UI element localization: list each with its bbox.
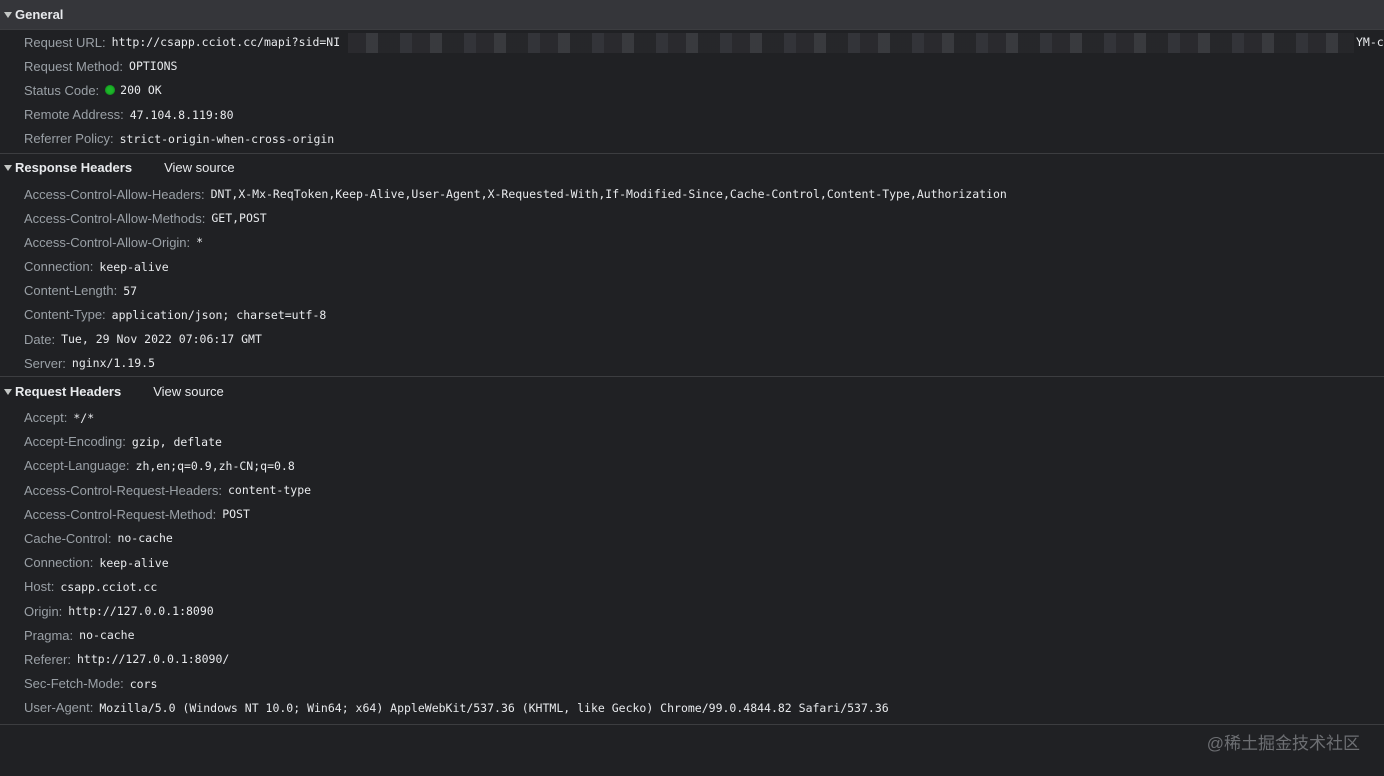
header-row: Origin: http://127.0.0.1:8090 (24, 599, 1384, 623)
request-headers-section-header[interactable]: Request Headers View source (0, 377, 1384, 405)
header-row: Access-Control-Request-Method: POST (24, 502, 1384, 526)
row-key: Referrer Policy: (24, 131, 114, 147)
response-headers-section-header[interactable]: Response Headers View source (0, 154, 1384, 182)
row-value: keep-alive (99, 555, 169, 570)
row-key: Cache-Control: (24, 530, 112, 546)
row-key: Request URL: (24, 34, 106, 50)
row-key: Content-Length: (24, 283, 118, 299)
header-row: Pragma: no-cache (24, 623, 1384, 647)
row-key: Remote Address: (24, 107, 124, 123)
row-value: csapp.cciot.cc (60, 579, 158, 594)
row-key: Accept-Language: (24, 458, 130, 474)
row-value: 200 OK (120, 83, 162, 98)
row-value: POST (222, 507, 250, 522)
header-row: Accept-Language: zh,en;q=0.9,zh-CN;q=0.8 (24, 454, 1384, 478)
row-key: Access-Control-Allow-Headers: (24, 186, 205, 202)
header-row: Access-Control-Allow-Headers: DNT,X-Mx-R… (24, 182, 1384, 206)
row-value: zh,en;q=0.9,zh-CN;q=0.8 (135, 458, 295, 473)
header-row: Access-Control-Allow-Methods: GET,POST (24, 206, 1384, 230)
row-value: content-type (227, 483, 312, 498)
general-title: General (15, 7, 64, 22)
row-value: http://127.0.0.1:8090/ (76, 652, 230, 667)
headers-panel: General Request URL: http://csapp.cciot.… (0, 0, 1384, 776)
row-key: User-Agent: (24, 700, 94, 716)
row-key: Accept: (24, 410, 68, 426)
header-row: Host: csapp.cciot.cc (24, 575, 1384, 599)
watermark: @稀土掘金技术社区 (1206, 734, 1360, 753)
row-value: GET,POST (211, 211, 267, 226)
header-row: Content-Length: 57 (24, 279, 1384, 303)
row-key: Server: (24, 355, 66, 371)
request-headers-rows: Accept: */* Accept-Encoding: gzip, defla… (0, 405, 1384, 719)
row-key: Date: (24, 331, 56, 347)
general-row-request-method: Request Method: OPTIONS (24, 54, 1384, 78)
header-row: Accept-Encoding: gzip, deflate (24, 430, 1384, 454)
header-row: User-Agent: Mozilla/5.0 (Windows NT 10.0… (24, 696, 1384, 720)
header-row: Content-Type: application/json; charset=… (24, 303, 1384, 327)
response-headers-rows: Access-Control-Allow-Headers: DNT,X-Mx-R… (0, 182, 1384, 376)
row-key: Access-Control-Allow-Methods: (24, 210, 206, 226)
expand-triangle-icon[interactable] (4, 165, 12, 172)
request-view-source-link[interactable]: View source (153, 384, 224, 399)
row-value: keep-alive (99, 259, 169, 274)
row-value: application/json; charset=utf-8 (111, 307, 327, 322)
request-headers-title: Request Headers (15, 383, 122, 399)
header-row: Connection: keep-alive (24, 551, 1384, 575)
row-key: Access-Control-Request-Headers: (24, 482, 222, 498)
row-value: * (196, 235, 204, 250)
row-value: OPTIONS (129, 59, 178, 74)
row-key: Accept-Encoding: (24, 434, 126, 450)
row-key: Connection: (24, 555, 94, 571)
expand-triangle-icon[interactable] (4, 388, 12, 395)
url-tail-text: YM-c (1356, 35, 1384, 49)
row-key: Content-Type: (24, 307, 106, 323)
header-row: Connection: keep-alive (24, 255, 1384, 279)
general-row-referrer-policy: Referrer Policy: strict-origin-when-cros… (24, 127, 1384, 151)
row-value: no-cache (79, 628, 135, 643)
response-view-source-link[interactable]: View source (164, 160, 235, 175)
row-key: Connection: (24, 259, 94, 275)
row-value: cors (129, 676, 158, 691)
row-value: nginx/1.19.5 (71, 356, 155, 371)
row-value: gzip, deflate (131, 434, 222, 449)
row-key: Request Method: (24, 58, 124, 74)
status-ok-icon (105, 85, 116, 96)
header-row: Sec-Fetch-Mode: cors (24, 672, 1384, 696)
expand-triangle-icon[interactable] (4, 12, 12, 18)
row-key: Origin: (24, 603, 63, 619)
header-row: Referer: http://127.0.0.1:8090/ (24, 647, 1384, 671)
general-section-header[interactable]: General (0, 0, 1384, 30)
row-key: Pragma: (24, 627, 74, 643)
header-row: Accept: */* (24, 405, 1384, 429)
row-value: Tue, 29 Nov 2022 07:06:17 GMT (61, 332, 262, 347)
row-value: DNT,X-Mx-ReqToken,Keep-Alive,User-Agent,… (210, 187, 1007, 202)
row-key: Access-Control-Allow-Origin: (24, 234, 191, 250)
general-row-status-code: Status Code: 200 OK (24, 78, 1384, 102)
response-headers-title: Response Headers (15, 160, 133, 176)
row-value: 47.104.8.119:80 (129, 107, 234, 122)
row-key: Access-Control-Request-Method: (24, 506, 217, 522)
row-value: Mozilla/5.0 (Windows NT 10.0; Win64; x64… (99, 700, 889, 715)
section-divider (0, 723, 1384, 725)
header-row: Date: Tue, 29 Nov 2022 07:06:17 GMT (24, 327, 1384, 351)
row-value: strict-origin-when-cross-origin (119, 131, 335, 146)
row-key: Status Code: (24, 82, 100, 98)
row-key: Host: (24, 579, 55, 595)
row-value: */* (73, 410, 95, 425)
row-value: http://127.0.0.1:8090 (68, 604, 214, 619)
header-row: Server: nginx/1.19.5 (24, 351, 1384, 375)
header-row: Access-Control-Allow-Origin: * (24, 230, 1384, 254)
row-value: no-cache (117, 531, 173, 546)
row-value: http://csapp.cciot.cc/mapi?sid=NI (111, 35, 341, 50)
row-key: Referer: (24, 651, 71, 667)
redacted-url-blur (348, 33, 1354, 53)
row-key: Sec-Fetch-Mode: (24, 676, 124, 692)
general-row-remote-address: Remote Address: 47.104.8.119:80 (24, 103, 1384, 127)
header-row: Cache-Control: no-cache (24, 526, 1384, 550)
header-row: Access-Control-Request-Headers: content-… (24, 478, 1384, 502)
row-value: 57 (123, 283, 138, 298)
